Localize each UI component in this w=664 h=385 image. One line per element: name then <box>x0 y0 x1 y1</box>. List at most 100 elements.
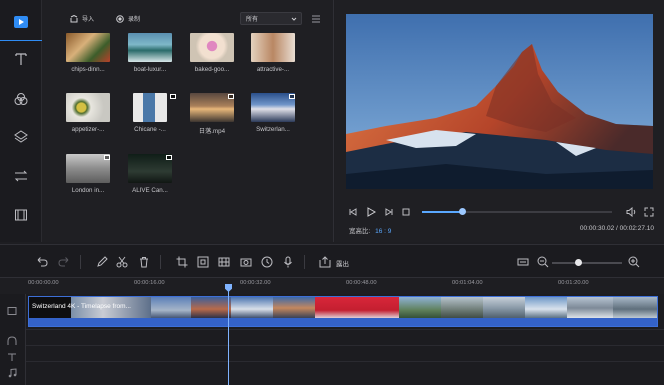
edit-icon[interactable] <box>96 256 108 268</box>
clip-frame <box>151 297 191 319</box>
zoom-slider[interactable] <box>552 262 622 264</box>
filter-tool-icon[interactable] <box>10 88 32 110</box>
export-icon[interactable] <box>319 256 331 268</box>
ruler-label: 00:00:16.00 <box>134 280 165 286</box>
ruler-label: 00:01:20.00 <box>558 280 589 286</box>
aspect-ratio-label: 宽高比 <box>349 228 369 235</box>
media-caption: chips-dinn... <box>71 66 105 73</box>
video-badge-icon <box>289 94 295 99</box>
media-item[interactable]: ALIVE Can... <box>128 154 178 200</box>
video-track-icon <box>7 307 17 315</box>
fullscreen-icon[interactable] <box>644 207 654 217</box>
aspect-ratio[interactable]: 宽高比: 16 : 9 <box>349 225 391 235</box>
text-tool-icon[interactable] <box>10 48 32 70</box>
media-item[interactable]: Chicane -... <box>128 93 178 139</box>
preview-panel: 宽高比: 16 : 9 00:00:30.02 / 00:02:27.10 <box>335 0 664 242</box>
import-label: 导入 <box>82 17 95 23</box>
ruler-label: 00:00:48.00 <box>346 280 377 286</box>
left-toolbar <box>0 0 42 242</box>
clip-frame <box>525 297 567 319</box>
redo-icon[interactable] <box>58 256 70 268</box>
media-library: 导入 录制 所有 chips-dinn... boat-luxur... bak… <box>42 0 334 242</box>
volume-icon[interactable] <box>626 207 637 217</box>
stop-icon[interactable] <box>402 208 410 216</box>
media-item[interactable]: appetizer-... <box>66 93 116 139</box>
element-tool-icon[interactable] <box>10 204 32 226</box>
media-caption: boat-luxur... <box>133 66 167 73</box>
track-divider <box>26 345 664 346</box>
media-thumbnail <box>251 33 295 62</box>
media-item[interactable]: London in... <box>66 154 116 200</box>
record-label: 录制 <box>128 17 141 23</box>
timeline-ruler[interactable]: 00:00:00.00 00:00:16.00 00:00:32.00 00:0… <box>26 278 664 294</box>
progress-track[interactable] <box>422 211 612 213</box>
zoom-in-icon[interactable] <box>628 256 640 268</box>
duration-icon[interactable] <box>261 256 273 268</box>
ruler-label: 00:00:32.00 <box>240 280 271 286</box>
cut-icon[interactable] <box>116 256 128 268</box>
media-thumbnail <box>66 33 110 62</box>
preview-screen <box>346 14 653 189</box>
zoom-frame-icon[interactable] <box>197 256 209 268</box>
media-tab-icon[interactable] <box>14 16 28 28</box>
next-frame-icon[interactable] <box>385 208 393 216</box>
crop-icon[interactable] <box>176 256 188 268</box>
playback-controls <box>335 200 664 224</box>
preview-frame <box>346 14 653 189</box>
media-caption: appetizer-... <box>71 126 105 133</box>
media-item[interactable]: Switzerlan... <box>251 93 301 139</box>
import-button[interactable]: 导入 <box>70 14 94 23</box>
video-badge-icon <box>166 155 172 160</box>
text-track-icon <box>8 353 16 361</box>
media-caption: attractive-... <box>256 66 290 73</box>
toolbar-divider <box>160 255 161 269</box>
film-icon[interactable] <box>218 256 230 268</box>
media-item[interactable]: baked-goo... <box>190 33 240 79</box>
video-clip[interactable]: Switzerland 4K - Timelapse from... <box>28 296 658 327</box>
clip-frame <box>231 297 273 319</box>
zoom-slider-handle[interactable] <box>575 259 582 266</box>
overlay-track-icon <box>7 336 17 345</box>
media-thumbnail <box>128 33 172 62</box>
clip-frame <box>441 297 483 319</box>
media-caption: London in... <box>71 187 105 194</box>
list-view-icon[interactable] <box>310 13 322 25</box>
media-caption: ALIVE Can... <box>132 187 168 194</box>
microphone-icon[interactable] <box>282 256 294 268</box>
active-indicator <box>0 40 42 41</box>
export-label[interactable]: 露出 <box>336 258 349 268</box>
media-item[interactable]: attractive-... <box>251 33 301 79</box>
transition-tool-icon[interactable] <box>10 165 32 187</box>
media-caption: baked-goo... <box>194 66 230 73</box>
delete-icon[interactable] <box>138 256 150 268</box>
ruler-label: 00:00:00.00 <box>28 280 59 286</box>
overlay-tool-icon[interactable] <box>10 126 32 148</box>
current-time: 00:00:30.02 <box>579 225 615 232</box>
clip-frame <box>315 297 399 319</box>
play-icon[interactable] <box>366 207 376 217</box>
clip-frame <box>613 297 657 319</box>
record-button[interactable]: 录制 <box>116 14 140 23</box>
track-divider <box>26 329 664 330</box>
progress-handle[interactable] <box>458 208 466 215</box>
filter-dropdown[interactable]: 所有 <box>240 12 302 25</box>
undo-icon[interactable] <box>36 256 48 268</box>
media-caption: Switzerlan... <box>256 126 290 133</box>
fit-timeline-icon[interactable] <box>517 256 529 268</box>
total-time: 00:02:27.10 <box>619 225 654 232</box>
clip-audio-strip <box>29 318 657 326</box>
media-item[interactable]: chips-dinn... <box>66 33 116 79</box>
clip-frame <box>191 297 231 319</box>
filter-value: 所有 <box>246 17 259 23</box>
clip-frame <box>399 297 441 319</box>
aspect-ratio-value: 16 : 9 <box>375 228 392 235</box>
track-divider <box>26 361 664 362</box>
previous-frame-icon[interactable] <box>349 208 357 216</box>
media-item[interactable]: 日落.mp4 <box>190 93 240 139</box>
media-thumbnail <box>133 93 167 122</box>
media-item[interactable]: boat-luxur... <box>128 33 178 79</box>
video-badge-icon <box>104 155 110 160</box>
zoom-out-icon[interactable] <box>537 256 549 268</box>
snapshot-icon[interactable] <box>240 256 252 268</box>
media-caption: 日落.mp4 <box>198 128 226 135</box>
